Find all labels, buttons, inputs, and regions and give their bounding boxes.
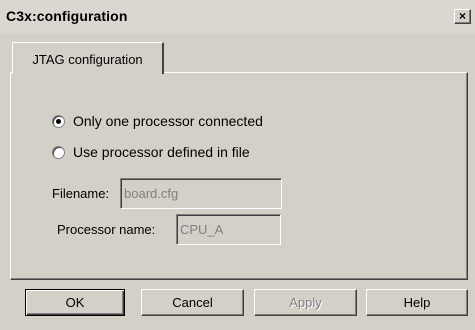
title-bar[interactable]: C3x:configuration × <box>0 0 475 34</box>
tab-label: JTAG configuration <box>32 52 143 67</box>
processor-name-field[interactable]: CPU_A <box>176 214 281 245</box>
window-title: C3x:configuration <box>6 8 128 24</box>
filename-label: Filename: <box>52 186 110 201</box>
radio-unselected-icon[interactable] <box>52 145 65 159</box>
radio-only-one-processor[interactable]: Only one processor connected <box>52 112 263 130</box>
cancel-button[interactable]: Cancel <box>141 289 244 316</box>
radio-label-only-one: Only one processor connected <box>73 113 263 129</box>
apply-button[interactable]: Apply <box>254 289 357 316</box>
radio-use-file-processor[interactable]: Use processor defined in file <box>52 143 250 161</box>
processor-name-label: Processor name: <box>57 222 156 237</box>
help-button[interactable]: Help <box>366 289 468 316</box>
radio-selected-icon[interactable] <box>52 114 65 128</box>
close-button[interactable]: × <box>454 9 471 24</box>
radio-label-use-file: Use processor defined in file <box>73 144 250 160</box>
filename-field[interactable]: board.cfg <box>120 178 282 209</box>
config-dialog: C3x:configuration × JTAG configuration O… <box>0 0 475 330</box>
tab-jtag-configuration[interactable]: JTAG configuration <box>12 42 164 74</box>
close-icon: × <box>458 9 466 23</box>
tab-panel <box>10 72 468 280</box>
ok-button[interactable]: OK <box>25 289 125 316</box>
